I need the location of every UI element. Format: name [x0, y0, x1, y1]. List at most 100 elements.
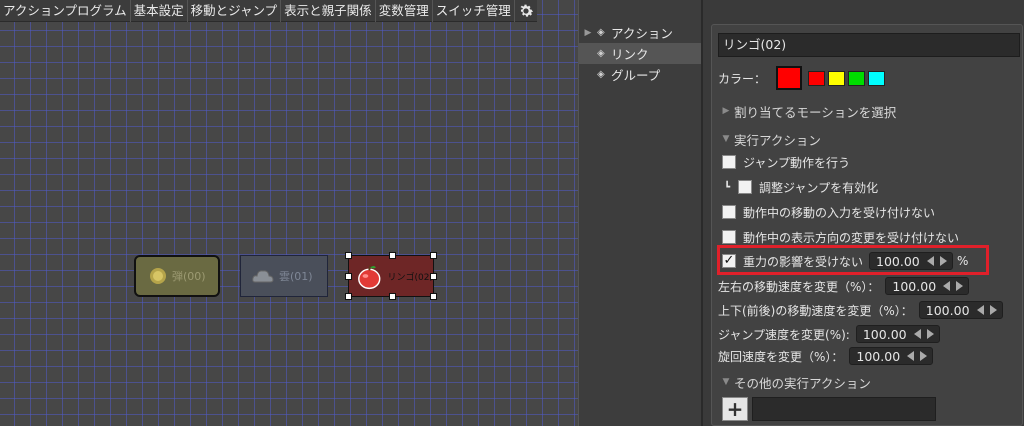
- selected-color-swatch[interactable]: [776, 66, 803, 90]
- tree-item-label: リンク: [611, 47, 649, 62]
- checkbox-ignore-gravity[interactable]: ✓ 重力の影響を受けない 100.00 %: [717, 245, 989, 275]
- increment-icon[interactable]: [920, 351, 928, 361]
- action-list-bar: [752, 397, 936, 421]
- checkbox[interactable]: [722, 205, 736, 219]
- checkbox-label: 動作中の表示方向の変更を受け付けない: [743, 230, 960, 245]
- tree-item-group[interactable]: ◈ グループ: [579, 64, 701, 85]
- checkbox-label: 重力の影響を受けない: [743, 254, 864, 269]
- increment-icon[interactable]: [926, 329, 934, 339]
- color-option-yellow[interactable]: [828, 70, 846, 86]
- menu-display-parent[interactable]: 表示と親子関係: [281, 0, 376, 22]
- resize-handle[interactable]: [345, 293, 352, 300]
- menu-bar: アクションプログラム 基本設定 移動とジャンプ 表示と親子関係 変数管理 スイッ…: [0, 0, 537, 22]
- exec-section-header[interactable]: ▼ 実行アクション: [718, 128, 821, 150]
- color-option-green[interactable]: [848, 70, 866, 86]
- object-name-field[interactable]: リンゴ(02): [718, 33, 1020, 57]
- node-canvas[interactable]: アクションプログラム 基本設定 移動とジャンプ 表示と親子関係 変数管理 スイッ…: [0, 0, 578, 426]
- checkbox-adjust-jump[interactable]: ┗ 調整ジャンプを有効化: [724, 176, 878, 198]
- bullet-icon: [150, 268, 166, 284]
- chevron-right-icon: ▶: [722, 106, 730, 116]
- object-tree: ▶ ◈ アクション ◈ リンク ◈ グループ: [578, 0, 702, 426]
- resize-handle[interactable]: [389, 293, 396, 300]
- speed-label: ジャンプ速度を変更(%):: [718, 327, 850, 342]
- menu-move-jump[interactable]: 移動とジャンプ: [188, 0, 282, 22]
- node-cloud[interactable]: 雲(01): [240, 255, 328, 297]
- color-label: カラー：: [718, 71, 767, 86]
- decrement-icon[interactable]: [913, 329, 921, 339]
- node-label: 弾(00): [172, 270, 206, 283]
- checkbox-label: 動作中の移動の入力を受け付けない: [743, 205, 936, 220]
- node-apple[interactable]: リンゴ(02): [345, 252, 437, 300]
- decrement-icon[interactable]: [943, 281, 951, 291]
- other-section-header[interactable]: ▼ その他の実行アクション: [718, 371, 871, 393]
- cloud-icon: [252, 270, 274, 283]
- checkbox-ignore-move-input[interactable]: 動作中の移動の入力を受け付けない: [722, 201, 935, 223]
- color-option-red[interactable]: [808, 70, 826, 86]
- decrement-icon[interactable]: [976, 305, 984, 315]
- node-label: 雲(01): [279, 270, 313, 283]
- increment-icon[interactable]: [956, 281, 964, 291]
- checkbox-checked[interactable]: ✓: [722, 254, 736, 268]
- resize-handle[interactable]: [345, 273, 352, 280]
- node-label: リンゴ(02): [387, 272, 433, 283]
- value-text: 100.00: [892, 278, 937, 294]
- decrement-icon[interactable]: [907, 351, 915, 361]
- speed-label: 上下(前後)の移動速度を変更（%）：: [718, 303, 913, 318]
- horizontal-speed-input[interactable]: 100.00: [885, 277, 970, 295]
- plus-icon: +: [726, 397, 744, 421]
- checkbox-label: ジャンプ動作を行う: [743, 155, 851, 170]
- motion-section-header[interactable]: ▶ 割り当てるモーションを選択: [718, 100, 897, 122]
- speed-row-horizontal: 左右の移動速度を変更（%）： 100.00: [718, 275, 970, 297]
- gear-icon[interactable]: [515, 0, 537, 22]
- add-action-button[interactable]: +: [722, 397, 748, 421]
- tree-item-link[interactable]: ◈ リンク: [579, 43, 701, 64]
- color-option-cyan[interactable]: [868, 70, 886, 86]
- checkbox[interactable]: [722, 155, 736, 169]
- resize-handle[interactable]: [430, 252, 437, 259]
- value-text: 100.00: [862, 326, 907, 342]
- tree-item-action[interactable]: ▶ ◈ アクション: [579, 22, 701, 43]
- decrement-icon[interactable]: [927, 256, 935, 266]
- color-row: カラー：: [718, 66, 888, 90]
- chevron-down-icon: ▼: [722, 134, 730, 144]
- link-icon: ◈: [597, 48, 605, 59]
- link-icon: ◈: [597, 27, 605, 38]
- resize-handle[interactable]: [345, 252, 352, 259]
- resize-handle[interactable]: [389, 252, 396, 259]
- section-title: 割り当てるモーションを選択: [734, 104, 897, 120]
- speed-label: 旋回速度を変更（%）：: [718, 349, 844, 364]
- menu-action-program[interactable]: アクションプログラム: [0, 0, 131, 22]
- resize-handle[interactable]: [430, 293, 437, 300]
- tree-item-label: グループ: [611, 68, 661, 83]
- jump-speed-input[interactable]: 100.00: [855, 325, 940, 343]
- properties-panel: リンゴ(02) カラー： ▶ 割り当てるモーションを選択 ▼ 実行アクション ジ…: [702, 0, 1024, 426]
- value-text: 100.00: [876, 253, 920, 269]
- unit-label: %: [957, 254, 969, 268]
- turn-speed-input[interactable]: 100.00: [849, 347, 934, 365]
- menu-variables[interactable]: 変数管理: [376, 0, 433, 22]
- menu-basic-settings[interactable]: 基本設定: [131, 0, 188, 22]
- value-text: 100.00: [925, 302, 970, 318]
- link-icon: ◈: [597, 69, 605, 80]
- vertical-speed-input[interactable]: 100.00: [918, 301, 1003, 319]
- checkbox[interactable]: [722, 230, 736, 244]
- increment-icon[interactable]: [989, 305, 997, 315]
- properties-body: リンゴ(02) カラー： ▶ 割り当てるモーションを選択 ▼ 実行アクション ジ…: [711, 24, 1023, 426]
- section-title: その他の実行アクション: [734, 375, 871, 391]
- speed-row-vertical: 上下(前後)の移動速度を変更（%）： 100.00: [718, 299, 1003, 321]
- checkbox[interactable]: [738, 180, 753, 194]
- increment-icon[interactable]: [940, 256, 948, 266]
- checkbox-ignore-direction[interactable]: 動作中の表示方向の変更を受け付けない: [722, 226, 959, 248]
- resize-handle[interactable]: [430, 273, 437, 280]
- gravity-value-input[interactable]: 100.00: [869, 252, 954, 270]
- node-bullet[interactable]: 弾(00): [134, 255, 220, 297]
- value-text: 100.00: [856, 348, 901, 364]
- checkbox-jump[interactable]: ジャンプ動作を行う: [722, 151, 850, 173]
- speed-row-turn: 旋回速度を変更（%）： 100.00: [718, 345, 934, 367]
- checkbox-label: 調整ジャンプを有効化: [759, 180, 879, 195]
- chevron-right-icon[interactable]: ▶: [579, 28, 597, 38]
- menu-switches[interactable]: スイッチ管理: [433, 0, 515, 22]
- tree-item-label: アクション: [611, 26, 673, 41]
- speed-label: 左右の移動速度を変更（%）：: [718, 279, 880, 294]
- chevron-down-icon: ▼: [722, 377, 730, 387]
